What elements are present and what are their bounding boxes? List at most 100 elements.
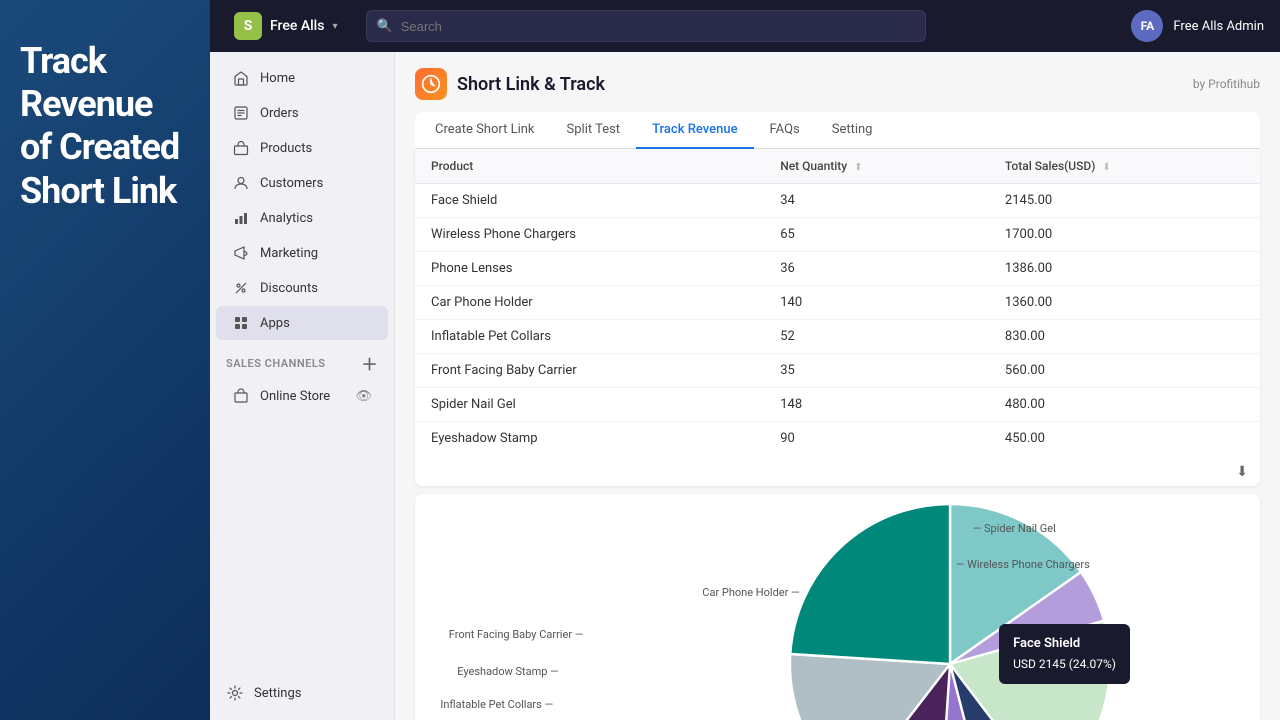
page-content: Short Link & Track by Profitihub Create …: [395, 52, 1280, 720]
search-icon: 🔍: [377, 19, 393, 34]
topbar-right: FA Free Alls Admin: [1131, 10, 1264, 42]
cell-net-qty: 35: [764, 354, 989, 388]
orders-icon: [232, 104, 250, 122]
sidebar-item-label-customers: Customers: [260, 176, 323, 191]
search-input[interactable]: [401, 19, 915, 34]
customers-icon: [232, 174, 250, 192]
cell-total-sales: 1360.00: [989, 286, 1260, 320]
cell-product: Phone Lenses: [415, 252, 764, 286]
chart-label-wireless: — Wireless Phone Chargers: [956, 558, 1090, 571]
sidebar: Home Orders Products Customers: [210, 52, 395, 720]
cell-product: Spider Nail Gel: [415, 388, 764, 422]
main-content: Home Orders Products Customers: [210, 52, 1280, 720]
sort-icon-qty: ⬆: [854, 162, 862, 173]
sidebar-item-apps[interactable]: Apps: [216, 306, 388, 340]
online-store-label: Online Store: [260, 389, 330, 404]
chart-label-inflatable: Inflatable Pet Collars —: [440, 698, 553, 711]
col-total-sales[interactable]: Total Sales(USD) ⬇: [989, 149, 1260, 184]
chevron-down-icon: ▾: [332, 21, 337, 32]
sort-icon-sales: ⬇: [1102, 162, 1110, 173]
cell-product: Front Facing Baby Carrier: [415, 354, 764, 388]
app-title-area: Short Link & Track: [415, 68, 605, 100]
cell-total-sales: 450.00: [989, 422, 1260, 456]
store-selector[interactable]: S Free Alls ▾: [226, 8, 346, 44]
app-header: Short Link & Track by Profitihub: [415, 68, 1260, 100]
add-sales-channel-button[interactable]: ＋: [361, 351, 378, 375]
tooltip-title: Face Shield: [1013, 634, 1116, 655]
sidebar-item-customers[interactable]: Customers: [216, 166, 388, 200]
chart-label-front-facing: Front Facing Baby Carrier —: [449, 628, 584, 641]
avatar: FA: [1131, 10, 1163, 42]
cell-net-qty: 140: [764, 286, 989, 320]
sidebar-item-orders[interactable]: Orders: [216, 96, 388, 130]
sales-channels-section: SALES CHANNELS ＋: [210, 341, 394, 379]
pie-segment: [790, 504, 950, 664]
cell-net-qty: 52: [764, 320, 989, 354]
chart-area: Car Phone Holder — — Spider Nail Gel — W…: [415, 494, 1260, 720]
sidebar-item-settings[interactable]: Settings: [210, 676, 395, 710]
table-row: Front Facing Baby Carrier 35 560.00: [415, 354, 1260, 388]
discounts-icon: [232, 279, 250, 297]
tab-setting[interactable]: Setting: [816, 112, 889, 149]
sidebar-item-label-home: Home: [260, 71, 295, 86]
sidebar-item-home[interactable]: Home: [216, 61, 388, 95]
online-store-icon: [232, 387, 250, 405]
marketing-icon: [232, 244, 250, 262]
sales-channels-label: SALES CHANNELS: [226, 357, 326, 370]
chart-label-eyeshadow: Eyeshadow Stamp —: [457, 665, 559, 678]
sidebar-item-discounts[interactable]: Discounts: [216, 271, 388, 305]
decorative-area: Track Revenue of Created Short Link: [0, 0, 210, 720]
tab-track-revenue[interactable]: Track Revenue: [636, 112, 753, 149]
app-logo: [415, 68, 447, 100]
table-row: Face Shield 34 2145.00: [415, 184, 1260, 218]
cell-total-sales: 560.00: [989, 354, 1260, 388]
user-name: Free Alls Admin: [1173, 19, 1264, 34]
tab-faqs[interactable]: FAQs: [754, 112, 816, 149]
sidebar-item-analytics[interactable]: Analytics: [216, 201, 388, 235]
settings-icon: [226, 684, 244, 702]
chart-label-spider: — Spider Nail Gel: [973, 522, 1056, 535]
sidebar-item-label-apps: Apps: [260, 316, 290, 331]
table-row: Eyeshadow Stamp 90 450.00: [415, 422, 1260, 456]
cell-product: Face Shield: [415, 184, 764, 218]
cell-product: Car Phone Holder: [415, 286, 764, 320]
sidebar-item-label-products: Products: [260, 141, 312, 156]
cell-net-qty: 36: [764, 252, 989, 286]
cell-net-qty: 90: [764, 422, 989, 456]
cell-net-qty: 34: [764, 184, 989, 218]
sidebar-item-online-store[interactable]: Online Store 👁: [216, 380, 388, 412]
store-name: Free Alls: [270, 18, 324, 34]
by-profitihub: by Profitihub: [1193, 77, 1260, 91]
table-row: Car Phone Holder 140 1360.00: [415, 286, 1260, 320]
tab-split-test[interactable]: Split Test: [551, 112, 637, 149]
revenue-table: Product Net Quantity ⬆ Total Sales(USD) …: [415, 149, 1260, 455]
app-title: Short Link & Track: [457, 74, 605, 95]
sidebar-item-products[interactable]: Products: [216, 131, 388, 165]
cell-total-sales: 830.00: [989, 320, 1260, 354]
col-net-qty[interactable]: Net Quantity ⬆: [764, 149, 989, 184]
download-icon[interactable]: ⬇: [1236, 464, 1248, 480]
home-icon: [232, 69, 250, 87]
cell-net-qty: 148: [764, 388, 989, 422]
products-icon: [232, 139, 250, 157]
table-row: Inflatable Pet Collars 52 830.00: [415, 320, 1260, 354]
analytics-icon: [232, 209, 250, 227]
col-product: Product: [415, 149, 764, 184]
chart-label-car-phone: Car Phone Holder —: [702, 586, 799, 599]
cell-product: Wireless Phone Chargers: [415, 218, 764, 252]
sidebar-item-label-analytics: Analytics: [260, 211, 313, 226]
cell-total-sales: 2145.00: [989, 184, 1260, 218]
cell-total-sales: 1700.00: [989, 218, 1260, 252]
chart-tooltip: Face Shield USD 2145 (24.07%): [999, 624, 1130, 684]
cell-net-qty: 65: [764, 218, 989, 252]
search-bar: 🔍: [366, 10, 926, 42]
tabs: Create Short Link Split Test Track Reven…: [415, 112, 1260, 149]
tab-create-short-link[interactable]: Create Short Link: [419, 112, 551, 149]
table-container: Product Net Quantity ⬆ Total Sales(USD) …: [415, 149, 1260, 486]
eye-icon: 👁: [355, 389, 372, 404]
sidebar-item-marketing[interactable]: Marketing: [216, 236, 388, 270]
app-card: Create Short Link Split Test Track Reven…: [415, 112, 1260, 720]
apps-icon: [232, 314, 250, 332]
tooltip-value: USD 2145 (24.07%): [1013, 655, 1116, 674]
settings-label: Settings: [254, 686, 301, 701]
